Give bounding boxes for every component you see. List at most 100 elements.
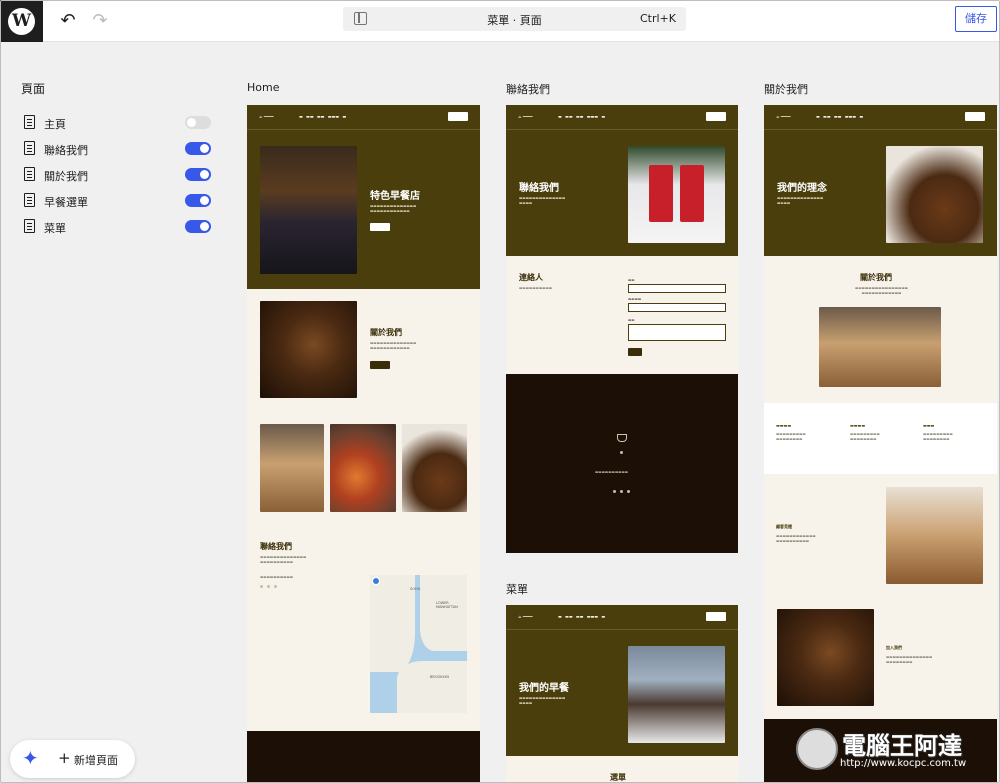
preview-label-contact: 聯絡我們 <box>506 83 550 96</box>
wordpress-logo-button[interactable]: W <box>0 0 43 42</box>
field-label: ▬▬▬▬ <box>628 297 642 301</box>
bakery-case-photo <box>819 307 941 387</box>
pages-sidebar: 頁面 主頁 聯絡我們 關於我們 早餐選單 菜單 <box>0 42 235 783</box>
testimonial-text: ▬▬▬▬▬▬▬▬▬▬▬▬ ▬▬▬▬▬▬▬▬▬▬ <box>776 534 816 543</box>
about-section: 關於我們 ▬▬▬▬▬▬▬▬▬▬▬▬▬▬▬▬ ▬▬▬▬▬▬▬▬▬▬▬▬ <box>764 256 997 403</box>
sidebar-title: 頁面 <box>21 82 46 96</box>
street-photo <box>260 146 357 274</box>
undo-icon[interactable]: ↶ <box>56 9 80 33</box>
map-label: LOWER MANHATTAN <box>436 601 458 609</box>
site-nav: ☕ ━━━━ ▬ ▬▬ ▬▬ ▬▬▬ ▬ <box>506 605 738 630</box>
plus-icon: + <box>58 749 71 767</box>
map-image: SOHO LOWER MANHATTAN BROOKLYN <box>370 575 467 713</box>
about-section-title: 關於我們 <box>860 273 892 282</box>
about-hero: ☕ ━━━━ ▬ ▬▬ ▬▬ ▬▬▬ ▬ 我們的理念 ▬▬▬▬▬▬▬▬▬▬▬▬▬… <box>764 105 997 256</box>
feature-text: ▬▬▬▬▬▬▬▬▬ ▬▬▬▬▬▬▬▬ <box>850 432 880 441</box>
map-pin-icon <box>372 577 380 585</box>
footer-credit: ▬▬▬▬▬▬▬▬▬▬ <box>595 470 629 474</box>
sidebar-item-about[interactable]: 關於我們 <box>20 166 220 184</box>
contact-section: 聯絡我們 ▬▬▬▬▬▬▬▬▬▬▬▬▬▬ ▬▬▬▬▬▬▬▬▬▬ ▬▬▬▬▬▬▬▬▬▬… <box>247 529 480 731</box>
sidebar-item-label: 關於我們 <box>44 170 88 183</box>
about-hero-title: 我們的理念 <box>777 183 827 194</box>
preview-label-about: 關於我們 <box>764 83 808 96</box>
site-nav: ☕ ━━━━ ▬ ▬▬ ▬▬ ▬▬▬ ▬ <box>506 105 738 130</box>
nav-button <box>448 112 468 121</box>
nav-button <box>706 612 726 621</box>
site-nav: ☕ ━━━━ ▬ ▬▬ ▬▬ ▬▬▬ ▬ <box>247 105 480 130</box>
preview-label-home: Home <box>247 81 280 94</box>
sidebar-item-label: 菜單 <box>44 222 66 235</box>
site-brand: ☕ ━━━━ <box>776 114 791 119</box>
menu-page-preview[interactable]: ☕ ━━━━ ▬ ▬▬ ▬▬ ▬▬▬ ▬ 我們的早餐 ▬▬▬▬▬▬▬▬▬▬▬▬▬… <box>506 605 738 783</box>
contact-form-section: 連絡人 ▬▬▬▬▬▬▬▬▬▬ ▬▬ ▬▬▬▬ ▬▬ <box>506 256 738 374</box>
submit-button <box>628 348 642 356</box>
form-desc: ▬▬▬▬▬▬▬▬▬▬ <box>519 286 553 290</box>
page-icon <box>24 167 35 181</box>
about-title: 關於我們 <box>370 328 402 337</box>
page-icon <box>24 141 35 155</box>
preview-label-menu: 菜單 <box>506 583 528 596</box>
sidebar-item-contact[interactable]: 聯絡我們 <box>20 140 220 158</box>
about-hero-text: ▬▬▬▬▬▬▬▬▬▬▬▬▬▬ ▬▬▬▬ <box>777 196 824 205</box>
about-page-preview[interactable]: ☕ ━━━━ ▬ ▬▬ ▬▬ ▬▬▬ ▬ 我們的理念 ▬▬▬▬▬▬▬▬▬▬▬▬▬… <box>764 105 997 783</box>
page-toggle[interactable] <box>185 142 211 155</box>
instagram-icon <box>627 490 630 493</box>
message-field <box>628 324 726 341</box>
feature-heading: ▬▬▬▬ <box>850 423 866 428</box>
sparkle-icon: ✦ <box>22 746 39 770</box>
page-toggle[interactable] <box>185 220 211 233</box>
home-page-preview[interactable]: ☕ ━━━━ ▬ ▬▬ ▬▬ ▬▬▬ ▬ 特色早餐店 ▬▬▬▬▬▬▬▬▬▬▬▬▬… <box>247 105 480 783</box>
contact-info: ▬▬▬▬▬▬▬▬▬▬ <box>260 575 294 579</box>
nav-links: ▬ ▬▬ ▬▬ ▬▬▬ ▬ <box>558 114 606 119</box>
hero-title: 特色早餐店 <box>370 191 420 202</box>
sidebar-item-menu[interactable]: 菜單 <box>20 218 220 236</box>
gallery-photo-2 <box>330 424 396 512</box>
page-toggle[interactable] <box>185 194 211 207</box>
coffee-cups-photo <box>628 146 725 243</box>
twitter-icon <box>267 585 270 588</box>
beans-photo <box>260 301 357 398</box>
testimonial-section: 顧客見證 ▬▬▬▬▬▬▬▬▬▬▬▬ ▬▬▬▬▬▬▬▬▬▬ <box>764 474 997 597</box>
about-section: 關於我們 ▬▬▬▬▬▬▬▬▬▬▬▬▬▬ ▬▬▬▬▬▬▬▬▬▬▬▬ <box>247 289 480 417</box>
email-field <box>628 303 726 312</box>
form-title: 連絡人 <box>519 273 543 282</box>
sidebar-item-breakfast-menu[interactable]: 早餐選單 <box>20 192 220 210</box>
menu-list-section: 選單 <box>506 756 738 783</box>
bread-basket-photo <box>886 487 983 584</box>
hero-text: ▬▬▬▬▬▬▬▬▬▬▬▬▬▬ ▬▬▬▬▬▬▬▬▬▬▬▬ <box>370 204 417 213</box>
add-page-button[interactable]: ✦ + 新增頁面 <box>10 740 135 778</box>
field-label: ▬▬ <box>628 318 635 322</box>
nav-button <box>965 112 985 121</box>
contact-hero-title: 聯絡我們 <box>519 183 559 194</box>
gallery-section <box>247 417 480 529</box>
nav-links: ▬ ▬▬ ▬▬ ▬▬▬ ▬ <box>816 114 864 119</box>
about-button <box>370 361 390 369</box>
feature-heading: ▬▬▬▬ <box>776 423 792 428</box>
about-section-text: ▬▬▬▬▬▬▬▬▬▬▬▬▬▬▬▬ ▬▬▬▬▬▬▬▬▬▬▬▬ <box>855 286 908 295</box>
facebook-icon <box>260 585 263 588</box>
sidebar-item-label: 早餐選單 <box>44 196 88 209</box>
redo-icon[interactable]: ↷ <box>88 9 112 33</box>
contact-hero: ☕ ━━━━ ▬ ▬▬ ▬▬ ▬▬▬ ▬ 聯絡我們 ▬▬▬▬▬▬▬▬▬▬▬▬▬▬… <box>506 105 738 256</box>
site-brand: ☕ ━━━━ <box>259 114 274 119</box>
page-toggle[interactable] <box>185 116 211 129</box>
command-palette-bar[interactable]: 菜單 · 頁面 Ctrl+K <box>343 7 686 31</box>
contact-page-preview[interactable]: ☕ ━━━━ ▬ ▬▬ ▬▬ ▬▬▬ ▬ 聯絡我們 ▬▬▬▬▬▬▬▬▬▬▬▬▬▬… <box>506 105 738 553</box>
name-field <box>628 284 726 293</box>
hero-section: ☕ ━━━━ ▬ ▬▬ ▬▬ ▬▬▬ ▬ 特色早餐店 ▬▬▬▬▬▬▬▬▬▬▬▬▬… <box>247 105 480 289</box>
watermark-url: http://www.kocpc.com.tw <box>840 758 967 769</box>
page-toggle[interactable] <box>185 168 211 181</box>
sidebar-item-label: 聯絡我們 <box>44 144 88 157</box>
feature-text: ▬▬▬▬▬▬▬▬▬ ▬▬▬▬▬▬▬▬ <box>923 432 953 441</box>
sidebar-item-home[interactable]: 主頁 <box>20 114 220 132</box>
wordpress-icon: W <box>8 7 35 35</box>
field-label: ▬▬ <box>628 278 635 282</box>
roasted-beans-photo <box>777 609 874 706</box>
footer-section <box>247 731 480 783</box>
save-button[interactable]: 儲存 <box>955 6 997 32</box>
facebook-icon <box>613 490 616 493</box>
join-section: 加入我們 ▬▬▬▬▬▬▬▬▬▬▬▬▬▬ ▬▬▬▬▬▬▬▬ <box>764 597 997 719</box>
nav-button <box>706 112 726 121</box>
contact-text: ▬▬▬▬▬▬▬▬▬▬▬▬▬▬ ▬▬▬▬▬▬▬▬▬▬ <box>260 555 307 564</box>
page-icon <box>24 219 35 233</box>
